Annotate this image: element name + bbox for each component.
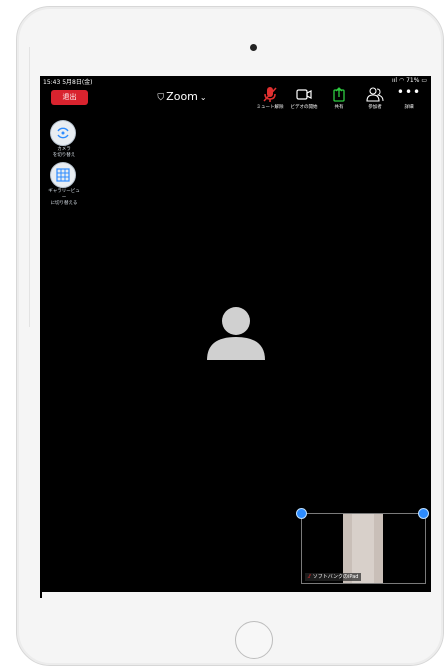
self-view-video[interactable]: ♪̸ ソフトバンクのiPad bbox=[301, 513, 426, 584]
more-label: 詳細 bbox=[404, 105, 414, 110]
microphone-muted-icon bbox=[252, 86, 288, 103]
gallery-view-label: ギャラリービュ ー に切り替える bbox=[48, 189, 80, 206]
front-camera bbox=[250, 44, 257, 51]
self-view-name-tag: ♪̸ ソフトバンクのiPad bbox=[305, 573, 362, 581]
meeting-title[interactable]: ⛉ Zoom ⌄ bbox=[142, 89, 222, 105]
participants-label: 参加者 bbox=[368, 105, 382, 110]
microphone-muted-icon: ♪̸ bbox=[308, 574, 312, 580]
video-camera-icon bbox=[286, 86, 322, 103]
switch-camera-button[interactable] bbox=[50, 120, 76, 146]
more-icon: ••• bbox=[396, 85, 422, 99]
share-label: 共有 bbox=[334, 105, 344, 110]
camera-switch-icon bbox=[57, 127, 69, 139]
status-bar: 15:43 5月8日(金) ııl ◠ 71% ▭ bbox=[40, 76, 431, 86]
status-indicators: ııl ◠ 71% ▭ bbox=[392, 77, 427, 84]
grid-icon bbox=[56, 168, 70, 182]
switch-camera-label: カメラ を切り替え bbox=[52, 147, 76, 158]
meeting-screen: 15:43 5月8日(金) ııl ◠ 71% ▭ 退出 ⛉ Zoom ⌄ ミュート… bbox=[40, 76, 431, 592]
participants-icon bbox=[357, 86, 393, 103]
participants-button[interactable]: 参加者 bbox=[357, 86, 393, 112]
screen-edge bbox=[40, 592, 42, 598]
meeting-title-text: Zoom bbox=[166, 90, 198, 103]
self-view-name: ソフトバンクのiPad bbox=[312, 574, 359, 580]
resize-handle-left[interactable] bbox=[296, 508, 307, 519]
home-button[interactable] bbox=[235, 621, 273, 659]
shield-icon: ⛉ bbox=[157, 93, 165, 103]
share-button[interactable]: 共有 bbox=[321, 86, 357, 112]
more-button[interactable]: ••• 詳細 bbox=[391, 86, 427, 112]
unmute-button[interactable]: ミュート解除 bbox=[252, 86, 288, 112]
participant-avatar-icon bbox=[207, 307, 265, 360]
leave-button[interactable]: 退出 bbox=[51, 90, 88, 105]
start-video-button[interactable]: ビデオの開始 bbox=[286, 86, 322, 112]
resize-handle-right[interactable] bbox=[418, 508, 429, 519]
chevron-down-icon: ⌄ bbox=[199, 93, 207, 102]
frame-edge bbox=[29, 47, 30, 327]
unmute-label: ミュート解除 bbox=[256, 105, 284, 110]
gallery-view-button[interactable] bbox=[50, 162, 76, 188]
start-video-label: ビデオの開始 bbox=[290, 105, 318, 110]
share-icon bbox=[321, 86, 357, 103]
status-time: 15:43 5月8日(金) bbox=[43, 79, 93, 86]
